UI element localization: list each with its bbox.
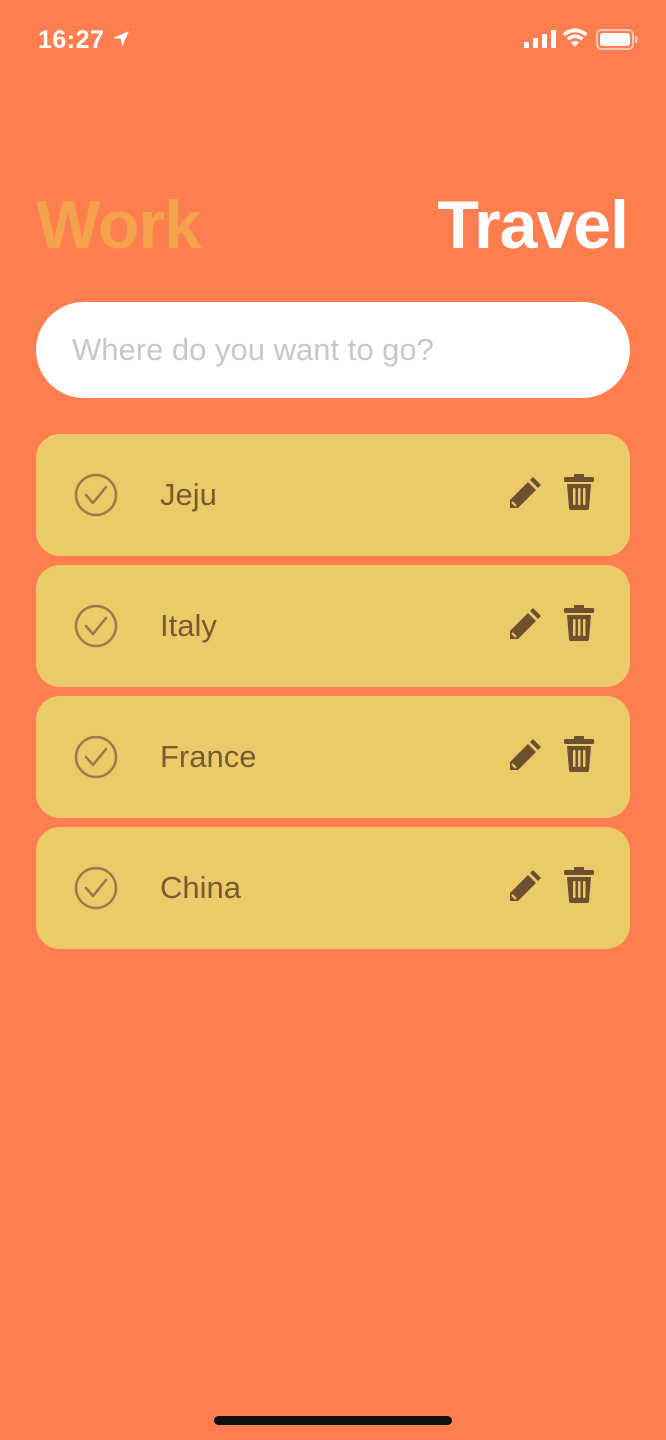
location-arrow-icon [113,31,129,47]
pencil-icon[interactable] [506,867,544,905]
todo-text: Jeju [160,477,217,512]
wifi-icon [562,28,588,47]
todo-item: Italy [36,565,630,687]
check-circle-icon[interactable] [74,866,118,910]
pencil-icon[interactable] [506,474,544,512]
check-circle-icon[interactable] [74,604,118,648]
battery-icon [596,29,638,50]
todo-item: Jeju [36,434,630,556]
todo-text: China [160,870,241,905]
todo-item: France [36,696,630,818]
trash-icon[interactable] [564,736,594,772]
home-indicator[interactable] [214,1416,452,1425]
status-bar: 16:27 [0,0,666,80]
app-screen: 16:27 Work Travel Jeju [0,0,666,1440]
check-circle-icon[interactable] [74,473,118,517]
todo-list: Jeju Italy France China [36,434,630,958]
status-time: 16:27 [38,26,105,54]
pencil-icon[interactable] [506,605,544,643]
trash-icon[interactable] [564,867,594,903]
pencil-icon[interactable] [506,736,544,774]
trash-icon[interactable] [564,474,594,510]
destination-input[interactable] [36,302,630,398]
tab-work[interactable]: Work [36,185,202,265]
signal-icon [524,30,556,48]
trash-icon[interactable] [564,605,594,641]
todo-text: France [160,739,257,774]
check-circle-icon[interactable] [74,735,118,779]
tab-travel[interactable]: Travel [437,185,629,265]
todo-text: Italy [160,608,217,643]
todo-item: China [36,827,630,949]
